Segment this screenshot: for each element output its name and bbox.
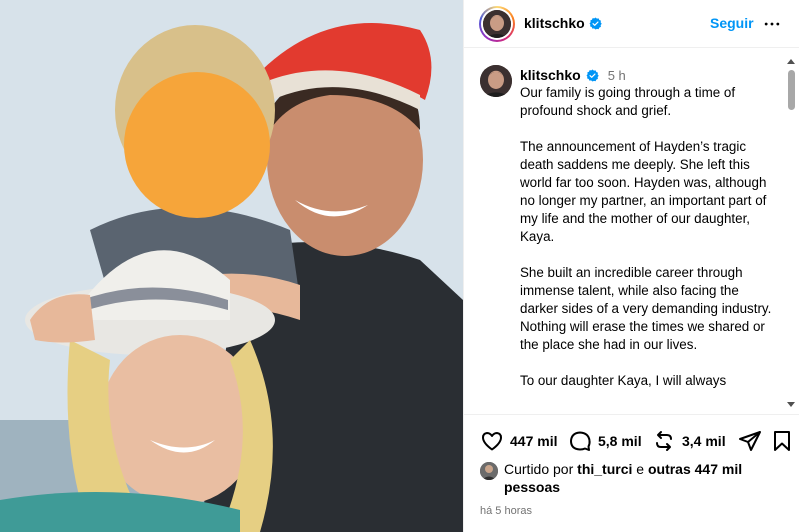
likes-count[interactable]: 447 mil xyxy=(510,433,557,449)
caption-header: klitschko 5 h xyxy=(520,67,626,83)
save-button[interactable] xyxy=(770,429,794,453)
comments-count[interactable]: 5,8 mil xyxy=(598,433,642,449)
scroll-down-arrow[interactable] xyxy=(787,402,795,407)
verified-badge-icon xyxy=(589,17,602,29)
scroll-thumb[interactable] xyxy=(788,70,795,110)
author-avatar[interactable] xyxy=(479,6,515,42)
repost-button[interactable]: 3,4 mil xyxy=(652,429,726,453)
caption-username[interactable]: klitschko xyxy=(520,67,581,83)
author-username[interactable]: klitschko xyxy=(524,15,602,31)
post-time: 5 h xyxy=(607,67,626,83)
comment-icon[interactable] xyxy=(568,429,592,453)
share-button[interactable] xyxy=(738,429,762,453)
caption-area: klitschko 5 h Our family is going throug… xyxy=(464,56,799,414)
caption-scrollbar[interactable] xyxy=(785,56,797,414)
post-panel: klitschko Seguir klitschko 5 h Our famil… xyxy=(463,0,799,532)
liker-avatar[interactable] xyxy=(480,462,498,480)
more-options-icon[interactable] xyxy=(762,14,782,34)
comment-button[interactable]: 5,8 mil xyxy=(568,429,642,453)
liked-conjunction: e xyxy=(636,461,645,477)
liked-by: Curtido por thi_turci e outras 447 mil p… xyxy=(480,460,780,496)
caption-avatar[interactable] xyxy=(480,65,512,97)
verified-badge-icon xyxy=(586,69,599,81)
like-button[interactable]: 447 mil xyxy=(480,429,557,453)
repost-icon[interactable] xyxy=(652,429,676,453)
username-text[interactable]: klitschko xyxy=(524,15,585,31)
action-bar: 447 mil 5,8 mil 3,4 mil xyxy=(464,414,799,464)
post-timestamp[interactable]: há 5 horas xyxy=(480,505,532,517)
share-icon[interactable] xyxy=(738,429,762,453)
liked-prefix: Curtido por xyxy=(504,461,574,477)
follow-button[interactable]: Seguir xyxy=(710,15,754,31)
scroll-up-arrow[interactable] xyxy=(787,59,795,64)
reposts-count[interactable]: 3,4 mil xyxy=(682,433,726,449)
liked-by-text: Curtido por thi_turci e outras 447 mil p… xyxy=(504,460,780,496)
bookmark-icon[interactable] xyxy=(770,429,794,453)
liker-username[interactable]: thi_turci xyxy=(577,461,632,477)
post-header: klitschko Seguir xyxy=(464,0,799,48)
caption-text: Our family is going through a time of pr… xyxy=(520,85,772,388)
heart-icon[interactable] xyxy=(480,429,504,453)
post-photo xyxy=(0,0,463,532)
